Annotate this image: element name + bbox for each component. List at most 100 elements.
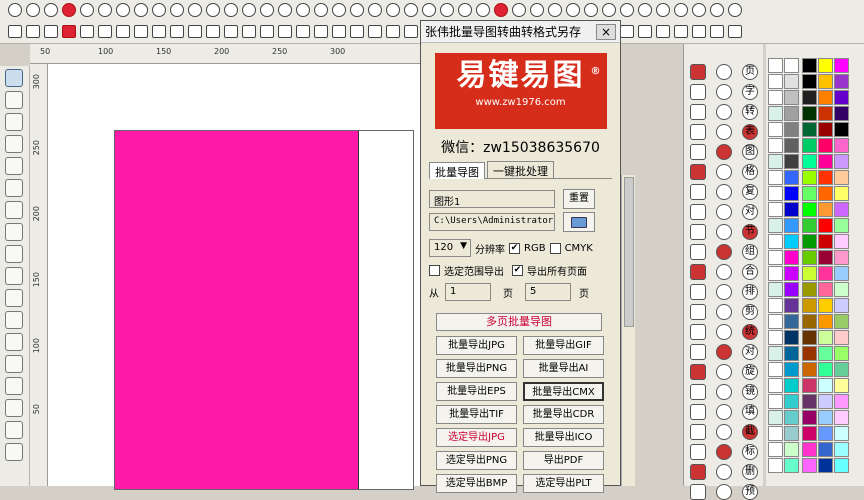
export-button[interactable]: 选定导出JPG xyxy=(436,428,517,447)
tool-icon[interactable] xyxy=(716,104,732,120)
toolbar-tool-icon[interactable] xyxy=(296,25,310,38)
color-swatch[interactable] xyxy=(768,394,783,409)
toolbar-tool-icon[interactable] xyxy=(332,25,346,38)
color-swatch[interactable] xyxy=(802,58,817,73)
color-swatch[interactable] xyxy=(818,266,833,281)
folder-browse-button[interactable] xyxy=(563,212,595,232)
color-swatch[interactable] xyxy=(768,362,783,377)
toolbar-tool-icon[interactable] xyxy=(422,3,436,17)
toolbox-tool-icon[interactable] xyxy=(5,91,23,109)
name-field[interactable]: 图形1 xyxy=(429,190,555,208)
drawing-canvas[interactable] xyxy=(48,64,420,490)
color-swatch[interactable] xyxy=(834,58,849,73)
tool-icon[interactable]: 统 xyxy=(742,324,758,340)
color-swatch[interactable] xyxy=(802,138,817,153)
tool-icon[interactable] xyxy=(690,184,706,200)
color-swatch[interactable] xyxy=(802,330,817,345)
tool-icon[interactable] xyxy=(716,304,732,320)
toolbar-tool-icon[interactable] xyxy=(656,3,670,17)
toolbar-tool-icon[interactable] xyxy=(296,3,310,17)
toolbar-tool-icon[interactable] xyxy=(188,25,202,38)
color-swatch[interactable] xyxy=(818,122,833,137)
toolbar-tool-icon[interactable] xyxy=(278,3,292,17)
tool-icon[interactable] xyxy=(690,244,706,260)
range-export-checkbox[interactable] xyxy=(429,265,440,276)
toolbar-tool-icon[interactable] xyxy=(170,3,184,17)
color-swatch[interactable] xyxy=(834,394,849,409)
tool-icon[interactable] xyxy=(716,144,732,160)
tool-icon[interactable] xyxy=(690,344,706,360)
toolbar-tool-icon[interactable] xyxy=(620,25,634,38)
color-swatch[interactable] xyxy=(818,154,833,169)
toolbar-tool-icon[interactable] xyxy=(710,25,724,38)
toolbar-tool-icon[interactable] xyxy=(224,3,238,17)
color-swatch[interactable] xyxy=(834,282,849,297)
color-swatch[interactable] xyxy=(818,314,833,329)
color-swatch[interactable] xyxy=(802,426,817,441)
color-swatch[interactable] xyxy=(784,394,799,409)
color-swatch[interactable] xyxy=(768,330,783,345)
scroll-thumb[interactable] xyxy=(624,177,634,327)
export-button[interactable]: 批量导出CDR xyxy=(523,405,604,424)
color-swatch[interactable] xyxy=(784,218,799,233)
color-swatch[interactable] xyxy=(834,74,849,89)
toolbar-tool-icon[interactable] xyxy=(26,3,40,17)
toolbar-tool-icon[interactable] xyxy=(116,3,130,17)
color-swatch[interactable] xyxy=(768,314,783,329)
rgb-checkbox[interactable]: ✔ xyxy=(509,242,520,254)
all-pages-checkbox[interactable]: ✔ xyxy=(512,265,523,276)
tool-icon[interactable]: 格 xyxy=(742,164,758,180)
toolbox-tool-icon[interactable] xyxy=(5,311,23,329)
toolbox-tool-icon[interactable] xyxy=(5,69,23,87)
color-swatch[interactable] xyxy=(834,154,849,169)
color-swatch[interactable] xyxy=(802,282,817,297)
color-swatch[interactable] xyxy=(768,346,783,361)
export-button[interactable]: 批量导出AI xyxy=(523,359,604,378)
color-swatch[interactable] xyxy=(768,186,783,201)
toolbox-tool-icon[interactable] xyxy=(5,179,23,197)
color-swatch[interactable] xyxy=(802,122,817,137)
toolbox-tool-icon[interactable] xyxy=(5,377,23,395)
color-swatch[interactable] xyxy=(784,346,799,361)
color-swatch[interactable] xyxy=(768,266,783,281)
tool-icon[interactable]: 字 xyxy=(742,84,758,100)
toolbar-tool-icon[interactable] xyxy=(476,3,490,17)
color-swatch[interactable] xyxy=(818,234,833,249)
toolbox-tool-icon[interactable] xyxy=(5,421,23,439)
color-swatch[interactable] xyxy=(834,90,849,105)
vertical-scrollbar[interactable] xyxy=(621,175,635,486)
tool-icon[interactable] xyxy=(690,464,706,480)
color-swatch[interactable] xyxy=(784,378,799,393)
tool-icon[interactable]: 预 xyxy=(742,484,758,500)
close-button[interactable]: × xyxy=(596,23,616,40)
path-field[interactable]: C:\Users\Administrator xyxy=(429,213,555,231)
toolbox-tool-icon[interactable] xyxy=(5,223,23,241)
toolbar-tool-icon[interactable] xyxy=(728,25,742,38)
toolbar-tool-icon[interactable] xyxy=(440,3,454,17)
color-swatch[interactable] xyxy=(768,458,783,473)
toolbar-tool-icon[interactable] xyxy=(8,25,22,38)
toolbox-tool-icon[interactable] xyxy=(5,333,23,351)
toolbar-tool-icon[interactable] xyxy=(314,3,328,17)
color-swatch[interactable] xyxy=(834,458,849,473)
tool-icon[interactable] xyxy=(716,284,732,300)
color-swatch[interactable] xyxy=(784,426,799,441)
toolbar-tool-icon[interactable] xyxy=(98,25,112,38)
toolbar-tool-icon[interactable] xyxy=(44,3,58,17)
tool-icon[interactable] xyxy=(716,224,732,240)
tool-icon[interactable]: 填 xyxy=(742,404,758,420)
toolbar-tool-icon[interactable] xyxy=(638,3,652,17)
tool-icon[interactable] xyxy=(716,204,732,220)
tool-icon[interactable]: 对 xyxy=(742,344,758,360)
tool-icon[interactable] xyxy=(690,444,706,460)
color-swatch[interactable] xyxy=(834,250,849,265)
tool-icon[interactable] xyxy=(690,384,706,400)
color-swatch[interactable] xyxy=(818,218,833,233)
color-swatch[interactable] xyxy=(802,378,817,393)
export-button[interactable]: 选定导出PNG xyxy=(436,451,517,470)
color-swatch[interactable] xyxy=(802,362,817,377)
toolbox-tool-icon[interactable] xyxy=(5,355,23,373)
toolbar-tool-icon[interactable] xyxy=(188,3,202,17)
toolbar-tool-icon[interactable] xyxy=(638,25,652,38)
toolbar-tool-icon[interactable] xyxy=(602,3,616,17)
